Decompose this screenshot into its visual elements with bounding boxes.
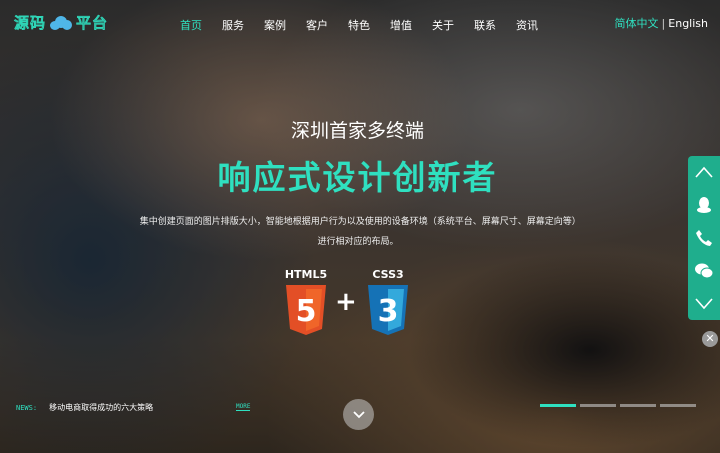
chevron-down-icon (352, 410, 365, 418)
slide-indicator-4[interactable] (660, 404, 696, 407)
css3-label: CSS3 (372, 268, 404, 281)
close-sidebar-button[interactable]: ✕ (702, 331, 718, 347)
nav-item-features[interactable]: 特色 (338, 17, 380, 33)
hero-description: 集中创建页面的图片排版大小，智能地根据用户行为以及使用的设备环境（系统平台、屏幕… (139, 217, 577, 247)
logo-text-left: 源码 (13, 14, 47, 33)
more-link[interactable]: MORE (236, 403, 251, 411)
slide-indicator-3[interactable] (620, 404, 656, 407)
css3-badge: CSS3 3 (366, 268, 410, 335)
hero-title: 响应式设计创新者 (217, 158, 498, 197)
news-label: NEWS: (16, 403, 38, 412)
nav-item-clients[interactable]: 客户 (296, 17, 338, 33)
phone-icon[interactable] (694, 228, 714, 248)
scroll-down-button[interactable] (343, 399, 374, 430)
news-headline-link[interactable]: 移动电商取得成功的六大策略 (49, 402, 153, 413)
html5-glyph: 5 (296, 294, 317, 329)
css3-glyph: 3 (378, 294, 399, 329)
nav-item-value-added[interactable]: 增值 (380, 17, 422, 33)
lang-english-link[interactable]: English (668, 17, 708, 30)
html5-label: HTML5 (284, 268, 328, 281)
lang-chinese-link[interactable]: 简体中文 (615, 17, 659, 30)
lang-separator: | (661, 17, 666, 30)
chevron-down-icon[interactable] (694, 294, 714, 314)
hero-subtitle: 深圳首家多终端 (290, 120, 424, 142)
slide-indicator-2[interactable] (580, 404, 616, 407)
slide-indicators (540, 404, 696, 407)
nav-item-about[interactable]: 关于 (422, 17, 464, 33)
nav-item-services[interactable]: 服务 (212, 17, 254, 33)
qq-icon[interactable] (694, 195, 714, 215)
css3-icon: 3 (368, 285, 408, 335)
main-nav: 首页 服务 案例 客户 特色 增值 关于 联系 资讯 (170, 17, 548, 33)
news-ticker: NEWS: 移动电商取得成功的六大策略 (16, 402, 153, 413)
floating-contact-bar (688, 156, 720, 320)
nav-item-contact[interactable]: 联系 (464, 17, 506, 33)
chevron-up-icon[interactable] (694, 162, 714, 182)
cloud-icon (50, 15, 73, 30)
slide-indicator-1[interactable] (540, 404, 576, 407)
nav-item-news[interactable]: 资讯 (506, 17, 548, 33)
html5-badge: HTML5 5 (284, 268, 328, 335)
language-switcher: 简体中文 | English (615, 15, 708, 31)
wechat-icon[interactable] (694, 261, 714, 281)
logo-text-right: 平台 (76, 14, 109, 33)
html5-icon: 5 (286, 285, 326, 335)
nav-item-cases[interactable]: 案例 (254, 17, 296, 33)
logo[interactable]: 源码 平台 (13, 12, 109, 33)
nav-item-home[interactable]: 首页 (170, 17, 212, 33)
plus-sign: + (335, 287, 357, 317)
